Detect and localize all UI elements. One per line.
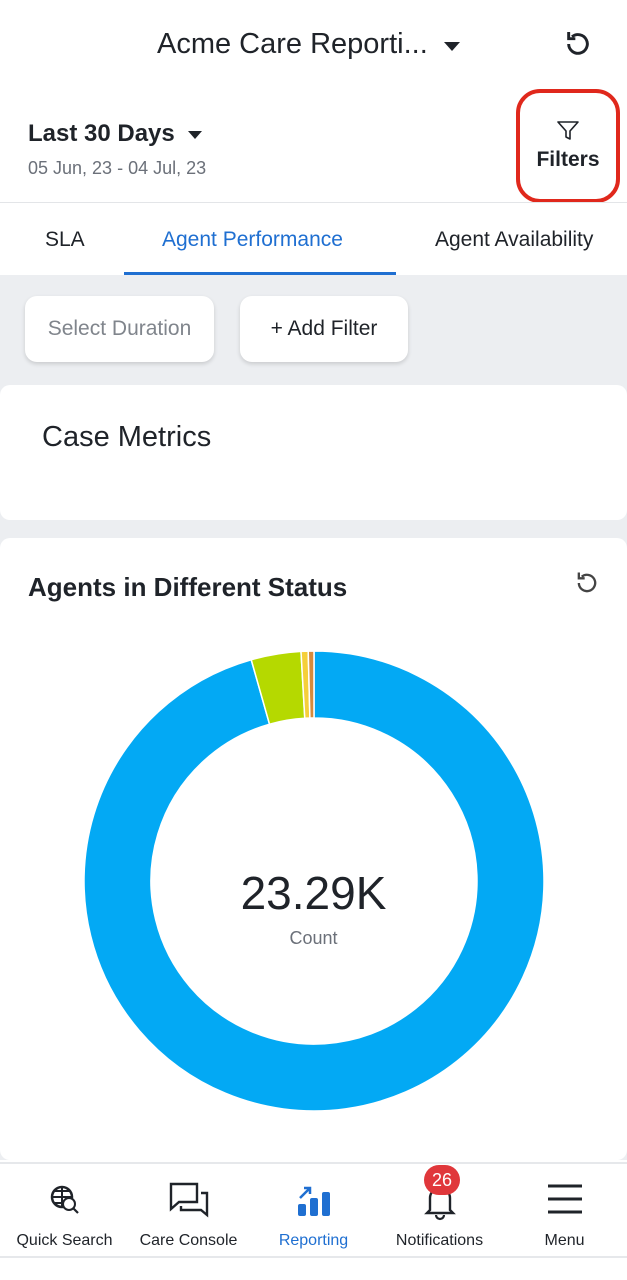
date-range-text: 05 Jun, 23 - 04 Jul, 23 [28,158,207,178]
top-bar: Acme Care Reporti... [0,0,627,95]
notification-badge: 26 [424,1165,460,1195]
tab-bar: SLA Agent Performance Agent Availability [0,203,627,275]
nav-care-console[interactable]: Care Console [126,1164,251,1258]
bar-chart-icon [297,1186,330,1216]
tab-agent-availability[interactable]: Agent Availability [435,228,593,252]
refresh-icon[interactable] [573,569,601,597]
chat-bubbles-icon [169,1182,208,1218]
refresh-icon[interactable] [562,28,594,60]
chevron-down-icon[interactable] [188,131,202,139]
case-metrics-title: Case Metrics [42,421,212,453]
filters-label: Filters [536,148,600,171]
globe-search-icon [50,1185,79,1214]
tab-agent-performance[interactable]: Agent Performance [162,228,343,252]
nav-label: Reporting [278,1232,349,1249]
donut-slice-3[interactable] [307,650,315,719]
nav-menu[interactable]: Menu [502,1164,627,1258]
tab-sla[interactable]: SLA [45,228,85,252]
nav-label: Quick Search [16,1232,113,1249]
filters-button[interactable]: Filters [516,89,620,203]
nav-label: Care Console [139,1232,238,1249]
bottom-nav: Quick Search Care Console Reporting Noti… [0,1162,627,1258]
donut-center-label: Count [289,928,338,948]
nav-reporting[interactable]: Reporting [251,1164,376,1258]
chevron-down-icon[interactable] [444,42,460,51]
select-duration-button[interactable]: Select Duration [25,296,214,362]
nav-label: Notifications [395,1232,484,1249]
donut-center-value: 23.29K [240,867,387,919]
funnel-icon [557,121,579,140]
add-filter-button[interactable]: + Add Filter [240,296,408,362]
hamburger-icon [547,1184,582,1214]
date-range-dropdown[interactable]: Last 30 Days [28,120,175,148]
agents-status-title: Agents in Different Status [28,572,348,602]
app-title-dropdown[interactable]: Acme Care Reporti... [157,28,428,61]
nav-quick-search[interactable]: Quick Search [2,1164,127,1258]
nav-label: Menu [544,1232,585,1249]
